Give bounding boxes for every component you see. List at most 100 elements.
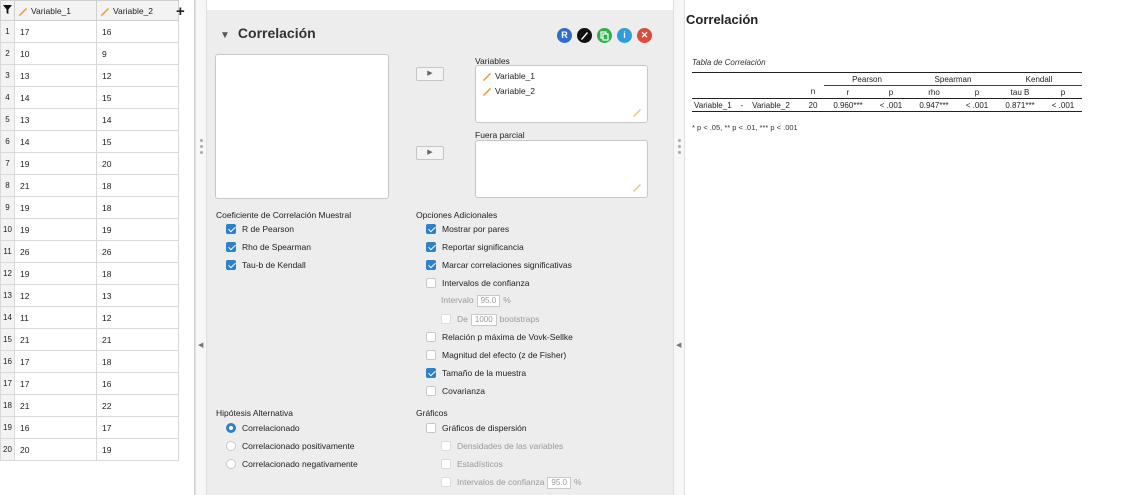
checkbox[interactable] (426, 350, 436, 360)
cell[interactable]: 14 (14, 86, 97, 109)
cell[interactable]: 18 (96, 196, 179, 219)
spearman-checkbox[interactable]: Rho de Spearman (226, 242, 311, 252)
partial-box[interactable] (475, 140, 648, 198)
table-row[interactable]: 20 20 19 (0, 438, 179, 461)
table-row[interactable]: 4 14 15 (0, 86, 179, 109)
cell[interactable]: 9 (96, 42, 179, 65)
checkbox[interactable] (426, 260, 436, 270)
cell[interactable]: 16 (14, 416, 97, 439)
checkbox[interactable] (441, 441, 451, 451)
vs-mpr-checkbox[interactable]: Relación p máxima de Vovk-Sellke (426, 332, 573, 342)
kendall-checkbox[interactable]: Tau-b de Kendall (226, 260, 306, 270)
ci-checkbox[interactable]: Intervalos de confianza (426, 278, 529, 288)
collapse-right-icon[interactable]: ◀ (676, 341, 681, 349)
checkbox[interactable] (426, 224, 436, 234)
move-to-variables-button[interactable]: ▶ (416, 67, 444, 81)
cell[interactable]: 13 (96, 284, 179, 307)
cell[interactable]: 16 (96, 372, 179, 395)
variable-item-variable-1[interactable]: Variable_1 (482, 71, 535, 81)
plot-ci-input[interactable]: 95.0 (547, 477, 571, 489)
cell[interactable]: 13 (14, 108, 97, 131)
cell[interactable]: 14 (96, 108, 179, 131)
cell[interactable]: 22 (96, 394, 179, 417)
filter-icon[interactable] (0, 0, 15, 21)
panel-title[interactable]: ▼ Correlación (220, 25, 316, 41)
table-row[interactable]: 5 13 14 (0, 108, 179, 131)
cell[interactable]: 12 (14, 284, 97, 307)
statistics-checkbox[interactable]: Estadísticos (441, 459, 503, 469)
variable-item-variable-2[interactable]: Variable_2 (482, 86, 535, 96)
checkbox[interactable] (441, 314, 451, 324)
checkbox[interactable] (426, 242, 436, 252)
checkbox[interactable] (441, 459, 451, 469)
cell[interactable]: 21 (14, 174, 97, 197)
pearson-checkbox[interactable]: R de Pearson (226, 224, 294, 234)
cell[interactable]: 20 (96, 152, 179, 175)
splitter-right[interactable]: ◀ (673, 0, 685, 495)
cell[interactable]: 12 (96, 64, 179, 87)
available-variables-box[interactable] (215, 54, 389, 199)
edit-title-icon[interactable] (577, 28, 592, 43)
cell[interactable]: 16 (96, 20, 179, 43)
plot-ci-checkbox[interactable]: Intervalos de confianza 95.0% (441, 477, 582, 489)
cell[interactable]: 21 (14, 328, 97, 351)
table-row[interactable]: 2 10 9 (0, 42, 179, 65)
cell[interactable]: 15 (96, 86, 179, 109)
densities-checkbox[interactable]: Densidades de las variables (441, 441, 563, 451)
column-header-variable-1[interactable]: Variable_1 (14, 0, 97, 21)
collapse-left-icon[interactable]: ◀ (198, 341, 203, 349)
cell[interactable]: 10 (14, 42, 97, 65)
cell[interactable]: 19 (14, 152, 97, 175)
move-to-partial-button[interactable]: ▶ (416, 146, 444, 160)
cell[interactable]: 14 (14, 130, 97, 153)
cell[interactable]: 20 (14, 438, 97, 461)
checkbox[interactable] (426, 368, 436, 378)
splitter-left[interactable]: ◀ (195, 0, 207, 495)
cell[interactable]: 17 (14, 350, 97, 373)
bootstraps-input[interactable]: 1000 (470, 314, 497, 326)
table-row[interactable]: 12 19 18 (0, 262, 179, 285)
info-icon[interactable]: i (617, 28, 632, 43)
table-row[interactable]: 19 16 17 (0, 416, 179, 439)
cell[interactable]: 19 (14, 196, 97, 219)
flag-signif-checkbox[interactable]: Marcar correlaciones significativas (426, 260, 572, 270)
table-row[interactable]: 1 17 16 (0, 20, 179, 43)
collapse-triangle-icon[interactable]: ▼ (220, 30, 230, 41)
table-row[interactable]: 10 19 19 (0, 218, 179, 241)
cell[interactable]: 12 (96, 306, 179, 329)
cell[interactable]: 18 (96, 262, 179, 285)
variables-box[interactable]: Variable_1 Variable_2 (475, 65, 648, 123)
table-row[interactable]: 15 21 21 (0, 328, 179, 351)
hypothesis-negative-radio[interactable]: Correlacionado negativamente (226, 459, 358, 469)
interval-input[interactable]: 95.0 (476, 295, 501, 307)
table-row[interactable]: 16 17 18 (0, 350, 179, 373)
cell[interactable]: 21 (14, 394, 97, 417)
data-sheet[interactable]: Variable_1 Variable_2 1 17 16 2 10 9 3 13 12 4 14 1… (0, 0, 195, 495)
table-row[interactable]: 9 19 18 (0, 196, 179, 219)
scatter-plots-checkbox[interactable]: Gráficos de dispersión (426, 423, 527, 433)
checkbox[interactable] (426, 386, 436, 396)
covariance-checkbox[interactable]: Covarianza (426, 386, 485, 396)
checkbox[interactable] (426, 423, 436, 433)
cell[interactable]: 19 (96, 438, 179, 461)
cell[interactable]: 15 (96, 130, 179, 153)
results-title[interactable]: Correlación (686, 12, 758, 27)
cell[interactable]: 19 (14, 262, 97, 285)
table-row[interactable]: 14 11 12 (0, 306, 179, 329)
table-row[interactable]: 11 26 26 (0, 240, 179, 263)
table-row[interactable]: 3 13 12 (0, 64, 179, 87)
cell[interactable]: 17 (14, 372, 97, 395)
sample-size-checkbox[interactable]: Tamaño de la muestra (426, 368, 526, 378)
table-row[interactable]: 17 17 16 (0, 372, 179, 395)
signif-checkbox[interactable]: Reportar significancia (426, 242, 524, 252)
checkbox[interactable] (426, 278, 436, 288)
checkbox[interactable] (226, 242, 236, 252)
column-header-variable-2[interactable]: Variable_2 (96, 0, 179, 21)
duplicate-icon[interactable] (597, 28, 612, 43)
cell[interactable]: 21 (96, 328, 179, 351)
checkbox[interactable] (441, 477, 451, 487)
cell[interactable]: 17 (14, 20, 97, 43)
cell[interactable]: 19 (14, 218, 97, 241)
cell[interactable]: 17 (96, 416, 179, 439)
cell[interactable]: 18 (96, 174, 179, 197)
